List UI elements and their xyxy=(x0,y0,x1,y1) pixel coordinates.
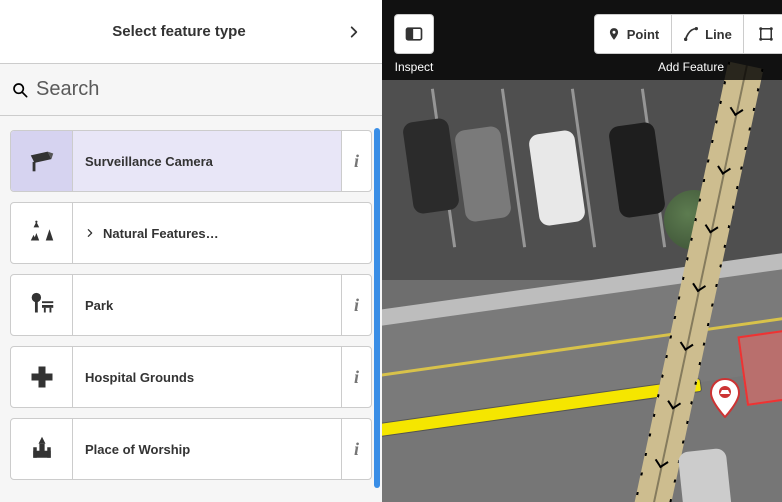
feature-type-label: Place of Worship xyxy=(73,419,341,479)
add-area-button[interactable] xyxy=(744,14,782,54)
feature-type-hospital-grounds[interactable]: Hospital Grounds i xyxy=(10,346,372,408)
plus-icon xyxy=(11,347,73,407)
feature-type-label: Surveillance Camera xyxy=(73,131,341,191)
feature-type-list-wrap: Surveillance Camera i Natural Features… xyxy=(0,116,382,502)
chevron-right-icon xyxy=(347,25,361,39)
info-button[interactable]: i xyxy=(341,347,371,407)
info-button[interactable]: i xyxy=(341,131,371,191)
area-icon xyxy=(757,25,775,43)
map-pin[interactable] xyxy=(710,378,740,418)
feature-type-list[interactable]: Surveillance Camera i Natural Features… xyxy=(0,116,382,502)
map-toolbar: Inspect Point Line Add Feature xyxy=(394,14,782,74)
sidebar-panel: Select feature type Surveillance Camera … xyxy=(0,0,382,502)
inspect-icon xyxy=(404,24,424,44)
pin-icon xyxy=(710,378,740,418)
line-icon xyxy=(683,26,699,42)
add-line-button[interactable]: Line xyxy=(672,14,744,54)
parked-car xyxy=(678,448,735,502)
feature-type-park[interactable]: Park i xyxy=(10,274,372,336)
direction-chevron-icon xyxy=(705,220,719,234)
inspect-group: Inspect xyxy=(394,14,434,74)
feature-type-label: Park xyxy=(73,275,341,335)
point-pin-icon xyxy=(607,27,621,41)
search-row xyxy=(0,64,382,116)
feature-type-surveillance-camera[interactable]: Surveillance Camera i xyxy=(10,130,372,192)
add-feature-group: Point Line Add Feature xyxy=(594,14,782,74)
collapse-button[interactable] xyxy=(342,25,366,39)
direction-chevron-icon xyxy=(717,161,731,175)
add-line-label: Line xyxy=(705,27,732,42)
chevron-right-icon xyxy=(85,228,95,238)
park-icon xyxy=(11,275,73,335)
add-point-label: Point xyxy=(627,27,660,42)
add-feature-buttons: Point Line xyxy=(594,14,782,54)
nature-icon xyxy=(11,203,73,263)
feature-type-label: Natural Features… xyxy=(73,203,371,263)
direction-chevron-icon xyxy=(692,278,706,292)
direction-chevron-icon xyxy=(730,102,744,116)
feature-type-place-of-worship[interactable]: Place of Worship i xyxy=(10,418,372,480)
direction-chevron-icon xyxy=(655,454,669,468)
search-icon xyxy=(12,82,28,98)
info-button[interactable]: i xyxy=(341,419,371,479)
info-button[interactable]: i xyxy=(341,275,371,335)
camera-icon xyxy=(11,131,73,191)
panel-title: Select feature type xyxy=(16,23,342,40)
search-input[interactable] xyxy=(36,78,370,101)
direction-chevron-icon xyxy=(680,337,694,351)
panel-header: Select feature type xyxy=(0,0,382,64)
list-scrollbar[interactable] xyxy=(374,128,380,488)
add-point-button[interactable]: Point xyxy=(594,14,672,54)
feature-type-label: Hospital Grounds xyxy=(73,347,341,407)
inspect-button[interactable] xyxy=(394,14,434,54)
direction-chevron-icon xyxy=(667,396,681,410)
worship-icon xyxy=(11,419,73,479)
feature-type-natural-features[interactable]: Natural Features… xyxy=(10,202,372,264)
add-feature-label: Add Feature xyxy=(658,60,724,74)
inspect-label: Inspect xyxy=(395,60,434,74)
feature-type-label-text: Natural Features… xyxy=(103,226,219,241)
